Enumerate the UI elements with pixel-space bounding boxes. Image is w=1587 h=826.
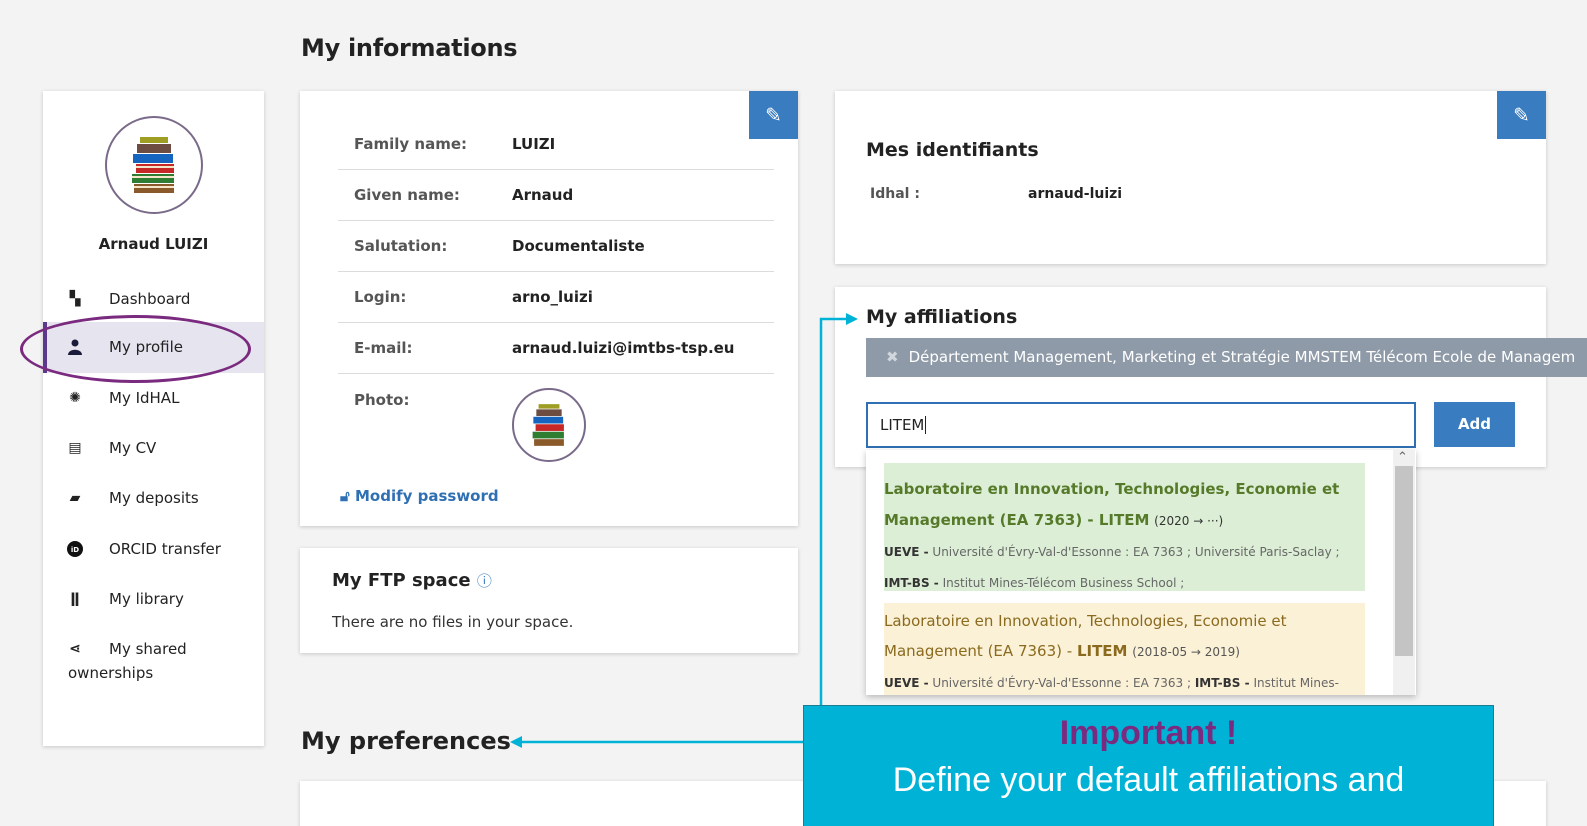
annotation-arrows	[510, 313, 858, 748]
important-callout: Important ! Define your default affiliat…	[803, 705, 1494, 826]
callout-text: Define your default affiliations and	[892, 761, 1405, 799]
callout-title: Important !	[1059, 714, 1238, 752]
